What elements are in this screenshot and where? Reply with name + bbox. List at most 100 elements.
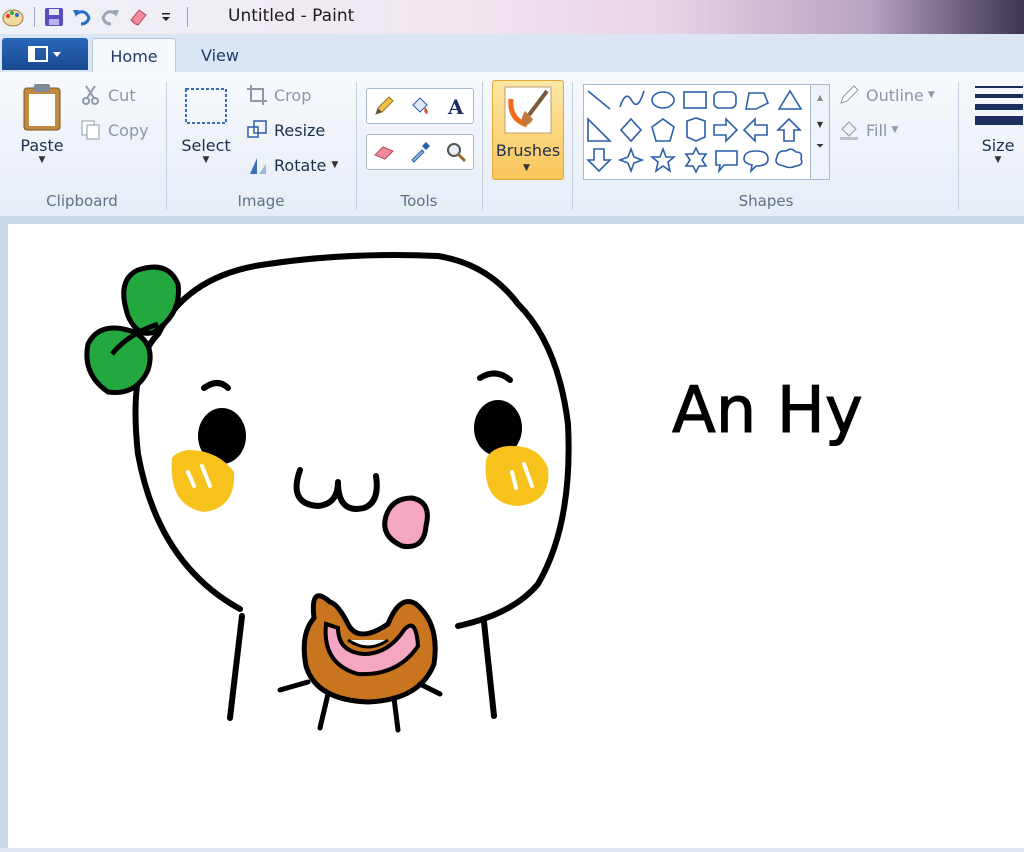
rounded-rectangle-shape-icon	[713, 91, 737, 109]
fill-label: Fill	[866, 120, 888, 140]
outline-dropdown-icon[interactable]: ▼	[928, 90, 935, 100]
tools-group-label: Tools	[400, 192, 438, 210]
size-dropdown-icon[interactable]: ▼	[995, 155, 1002, 165]
tools-row-1: A	[366, 88, 474, 124]
line-size-icon	[975, 86, 1023, 125]
qat-separator	[34, 7, 35, 27]
six-point-star-shape-icon	[684, 146, 708, 174]
rounded-callout-shape-icon	[715, 150, 738, 174]
crop-label: Crop	[274, 85, 312, 105]
pentagon-shape-icon	[651, 118, 675, 142]
cloud-callout-shape-icon	[775, 148, 803, 169]
handwritten-text: An Hy	[672, 374, 863, 448]
crop-icon	[247, 85, 267, 105]
file-menu-button[interactable]	[2, 38, 88, 70]
rotate-icon	[250, 158, 266, 174]
group-separator	[482, 82, 483, 210]
brushes-button[interactable]: Brushes ▼	[492, 80, 564, 180]
fill-bucket-icon[interactable]	[405, 92, 435, 120]
rotate-dropdown-icon[interactable]: ▼	[331, 160, 338, 170]
brushes-dropdown-icon[interactable]: ▼	[523, 163, 530, 173]
svg-text:A: A	[447, 95, 464, 117]
scroll-down-icon[interactable]: ▼	[811, 120, 829, 129]
shapes-group-label: Shapes	[738, 192, 794, 210]
down-arrow-shape-icon	[586, 148, 612, 173]
drawing: An Hy	[84, 252, 863, 733]
shapes-scrollbar[interactable]: ▲ ▼ ⏷	[810, 84, 830, 180]
customize-dropdown-icon[interactable]	[153, 4, 179, 30]
left-arm	[227, 613, 245, 721]
tools-row-2	[366, 134, 474, 170]
clipboard-group-label: Clipboard	[46, 192, 118, 210]
drawing-canvas[interactable]: An Hy	[8, 224, 1024, 848]
save-icon[interactable]	[41, 4, 67, 30]
text-tool-icon[interactable]: A	[441, 92, 471, 120]
fill-button[interactable]: Fill ▼	[838, 117, 898, 143]
leaf	[84, 264, 181, 396]
select-dropdown-icon[interactable]: ▼	[203, 155, 210, 165]
fill-icon	[840, 121, 858, 140]
triangle-shape-icon	[777, 89, 803, 110]
select-label: Select	[181, 136, 231, 155]
right-cheek	[485, 445, 549, 506]
copy-button[interactable]: Copy	[80, 117, 149, 143]
ribbon: Paste ▼ Cut Copy Clipboard Select ▼ Crop…	[0, 72, 1024, 217]
cut-button[interactable]: Cut	[80, 82, 136, 108]
group-separator	[356, 82, 357, 210]
title-bar: Untitled - Paint	[0, 0, 1024, 34]
redo-icon[interactable]	[97, 4, 123, 30]
select-rectangle-icon	[185, 88, 227, 124]
line-shape-icon	[587, 90, 611, 110]
eraser-icon[interactable]	[369, 138, 399, 166]
quick-access-toolbar	[0, 4, 194, 30]
polygon-shape-icon	[745, 92, 770, 110]
outline-pen-icon	[840, 85, 859, 104]
paste-label: Paste	[20, 136, 64, 155]
right-arrow-shape-icon	[713, 117, 739, 143]
right-triangle-shape-icon	[587, 117, 612, 142]
select-button[interactable]: Select ▼	[178, 82, 234, 165]
donut	[301, 593, 438, 705]
tab-view[interactable]: View	[184, 38, 256, 72]
tab-home[interactable]: Home	[92, 38, 176, 73]
canvas-area: An Hy	[0, 216, 1024, 848]
color-picker-icon[interactable]	[405, 138, 435, 166]
qat-separator	[187, 7, 188, 27]
group-separator	[166, 82, 167, 210]
pencil-icon[interactable]	[369, 92, 399, 120]
left-eyebrow	[201, 380, 231, 391]
paint-app-icon[interactable]	[0, 4, 26, 30]
tongue	[382, 495, 430, 550]
five-point-star-shape-icon	[649, 146, 677, 173]
eraser-quick-icon[interactable]	[125, 4, 151, 30]
resize-icon	[247, 120, 267, 138]
brush-icon	[504, 86, 552, 134]
paste-button[interactable]: Paste ▼	[14, 82, 70, 165]
group-separator	[572, 82, 573, 210]
magnifier-icon[interactable]	[441, 138, 471, 166]
oval-shape-icon	[651, 91, 675, 109]
size-button[interactable]: Size ▼	[972, 82, 1024, 165]
file-menu-icon	[28, 46, 61, 62]
rotate-button[interactable]: Rotate ▼	[246, 152, 338, 178]
outline-button[interactable]: Outline ▼	[838, 82, 935, 108]
paste-dropdown-icon[interactable]: ▼	[39, 155, 46, 165]
brushes-label: Brushes	[495, 141, 561, 160]
size-label: Size	[981, 136, 1015, 155]
copy-icon	[81, 120, 100, 140]
rectangle-shape-icon	[683, 91, 707, 109]
right-arm	[481, 619, 497, 719]
crop-button[interactable]: Crop	[246, 82, 311, 108]
rotate-label: Rotate	[274, 155, 327, 175]
oval-callout-shape-icon	[743, 150, 769, 174]
hexagon-shape-icon	[686, 117, 706, 142]
diamond-shape-icon	[619, 117, 643, 143]
clipboard-icon	[23, 84, 61, 131]
fill-dropdown-icon[interactable]: ▼	[891, 125, 898, 135]
resize-button[interactable]: Resize	[246, 117, 325, 143]
shapes-expand-icon[interactable]: ⏷	[811, 141, 829, 152]
mouth	[293, 467, 380, 512]
scroll-up-icon[interactable]: ▲	[811, 93, 829, 102]
image-group-label: Image	[237, 192, 285, 210]
undo-icon[interactable]	[69, 4, 95, 30]
